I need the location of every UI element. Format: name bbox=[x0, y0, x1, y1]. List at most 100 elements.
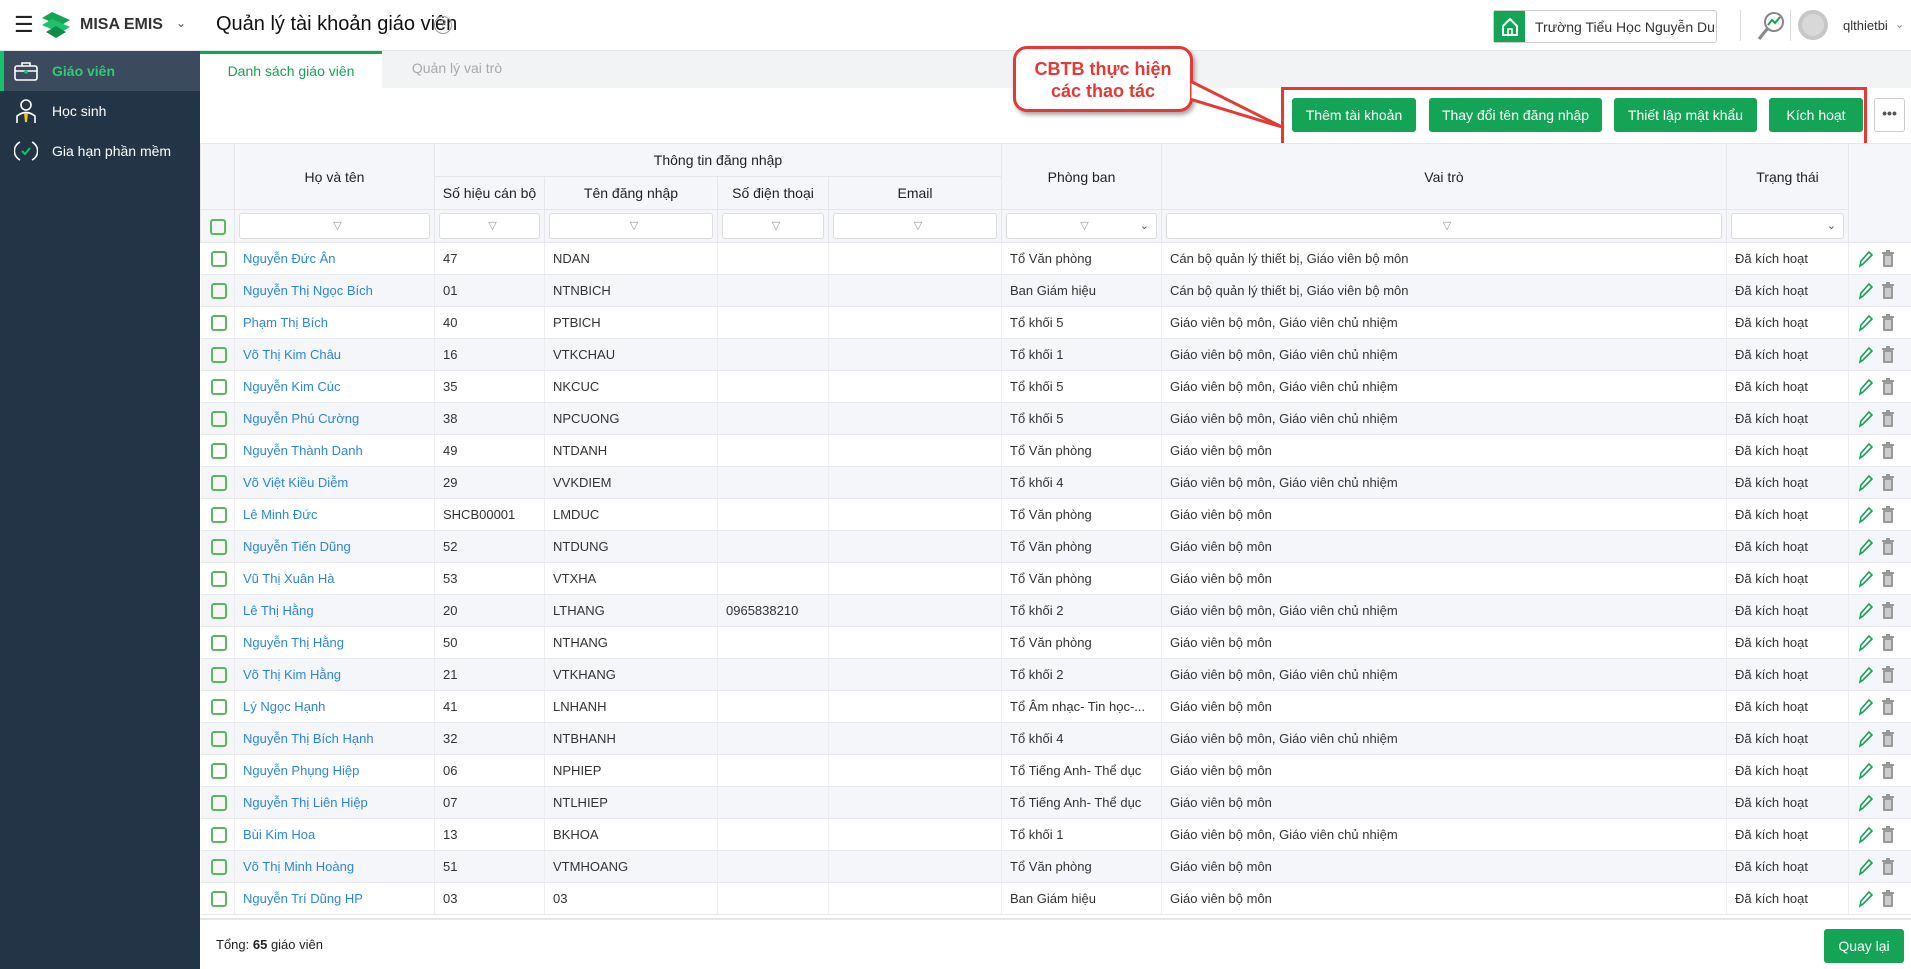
trash-icon[interactable] bbox=[1881, 313, 1895, 332]
name-link[interactable]: Nguyễn Thị Bích Hạnh bbox=[234, 722, 435, 755]
filter-email-input[interactable]: ▽ bbox=[833, 213, 998, 239]
row-checkbox[interactable] bbox=[210, 762, 227, 779]
edit-icon[interactable] bbox=[1857, 250, 1874, 268]
filter-name-input[interactable]: ▽ bbox=[239, 213, 430, 239]
name-link[interactable]: Vũ Thị Xuân Hà bbox=[234, 562, 435, 595]
row-checkbox[interactable] bbox=[210, 826, 227, 843]
edit-icon[interactable] bbox=[1857, 314, 1874, 332]
edit-icon[interactable] bbox=[1857, 570, 1874, 588]
trash-icon[interactable] bbox=[1881, 505, 1895, 524]
row-checkbox[interactable] bbox=[210, 858, 227, 875]
row-checkbox[interactable] bbox=[210, 602, 227, 619]
trash-icon[interactable] bbox=[1881, 665, 1895, 684]
name-link[interactable]: Nguyễn Thị Liên Hiệp bbox=[234, 786, 435, 819]
set-password-button[interactable]: Thiết lập mật khẩu bbox=[1614, 98, 1757, 132]
edit-icon[interactable] bbox=[1857, 538, 1874, 556]
edit-icon[interactable] bbox=[1857, 410, 1874, 428]
search-analytics-icon[interactable] bbox=[1756, 10, 1786, 42]
edit-icon[interactable] bbox=[1857, 282, 1874, 300]
trash-icon[interactable] bbox=[1881, 761, 1895, 780]
name-link[interactable]: Bùi Kim Hoa bbox=[234, 818, 435, 851]
name-link[interactable]: Võ Thị Kim Hằng bbox=[234, 658, 435, 691]
trash-icon[interactable] bbox=[1881, 601, 1895, 620]
edit-icon[interactable] bbox=[1857, 794, 1874, 812]
change-username-button[interactable]: Thay đổi tên đăng nhập bbox=[1429, 98, 1602, 132]
filter-code-input[interactable]: ▽ bbox=[439, 213, 540, 239]
trash-icon[interactable] bbox=[1881, 633, 1895, 652]
filter-status-select[interactable]: ⌄ bbox=[1731, 213, 1845, 239]
tab-role-management[interactable]: Quản lý vai trò bbox=[382, 51, 532, 88]
activate-button[interactable]: Kích hoạt bbox=[1769, 98, 1863, 132]
more-options-button[interactable]: ••• bbox=[1874, 98, 1905, 132]
row-checkbox[interactable] bbox=[210, 378, 227, 395]
row-checkbox[interactable] bbox=[210, 474, 227, 491]
name-link[interactable]: Nguyễn Tiến Dũng bbox=[234, 530, 435, 563]
filter-department-select[interactable]: ▽ ⌄ bbox=[1006, 213, 1158, 239]
trash-icon[interactable] bbox=[1881, 249, 1895, 268]
edit-icon[interactable] bbox=[1857, 474, 1874, 492]
name-link[interactable]: Lý Ngọc Hạnh bbox=[234, 690, 435, 723]
name-link[interactable]: Nguyễn Phụng Hiệp bbox=[234, 754, 435, 787]
back-button[interactable]: Quay lại bbox=[1824, 929, 1904, 963]
name-link[interactable]: Nguyễn Trí Dũng HP bbox=[234, 882, 435, 915]
filter-role-input[interactable]: ▽ bbox=[1166, 213, 1723, 239]
name-link[interactable]: Nguyễn Đức Ân bbox=[234, 242, 435, 275]
trash-icon[interactable] bbox=[1881, 729, 1895, 748]
name-link[interactable]: Võ Việt Kiều Diễm bbox=[234, 466, 435, 499]
edit-icon[interactable] bbox=[1857, 826, 1874, 844]
row-checkbox[interactable] bbox=[210, 634, 227, 651]
sidebar-item-renewal[interactable]: Gia hạn phần mềm bbox=[0, 131, 200, 171]
add-account-button[interactable]: Thêm tài khoản bbox=[1292, 98, 1416, 132]
select-all-checkbox[interactable] bbox=[209, 218, 226, 235]
sidebar-item-students[interactable]: Học sinh bbox=[0, 91, 200, 131]
trash-icon[interactable] bbox=[1881, 377, 1895, 396]
row-checkbox[interactable] bbox=[210, 890, 227, 907]
edit-icon[interactable] bbox=[1857, 506, 1874, 524]
row-checkbox[interactable] bbox=[210, 250, 227, 267]
row-checkbox[interactable] bbox=[210, 538, 227, 555]
name-link[interactable]: Võ Thị Minh Hoàng bbox=[234, 850, 435, 883]
trash-icon[interactable] bbox=[1881, 441, 1895, 460]
row-checkbox[interactable] bbox=[210, 570, 227, 587]
row-checkbox[interactable] bbox=[210, 346, 227, 363]
name-link[interactable]: Nguyễn Thị Ngọc Bích bbox=[234, 274, 435, 307]
filter-username-input[interactable]: ▽ bbox=[549, 213, 713, 239]
edit-icon[interactable] bbox=[1857, 442, 1874, 460]
name-link[interactable]: Nguyễn Thành Danh bbox=[234, 434, 435, 467]
name-link[interactable]: Nguyễn Thị Hằng bbox=[234, 626, 435, 659]
edit-icon[interactable] bbox=[1857, 634, 1874, 652]
menu-icon[interactable]: ☰ bbox=[14, 14, 34, 36]
edit-icon[interactable] bbox=[1857, 890, 1874, 908]
username[interactable]: qlthietbi bbox=[1843, 18, 1888, 33]
row-checkbox[interactable] bbox=[210, 698, 227, 715]
name-link[interactable]: Võ Thị Kim Châu bbox=[234, 338, 435, 371]
name-link[interactable]: Lê Minh Đức bbox=[234, 498, 435, 531]
trash-icon[interactable] bbox=[1881, 889, 1895, 908]
edit-icon[interactable] bbox=[1857, 666, 1874, 684]
edit-icon[interactable] bbox=[1857, 858, 1874, 876]
trash-icon[interactable] bbox=[1881, 473, 1895, 492]
edit-icon[interactable] bbox=[1857, 378, 1874, 396]
help-icon[interactable]: ? bbox=[434, 16, 452, 34]
row-checkbox[interactable] bbox=[210, 506, 227, 523]
avatar[interactable] bbox=[1798, 10, 1828, 40]
row-checkbox[interactable] bbox=[210, 666, 227, 683]
name-link[interactable]: Phạm Thị Bích bbox=[234, 306, 435, 339]
row-checkbox[interactable] bbox=[210, 442, 227, 459]
row-checkbox[interactable] bbox=[210, 282, 227, 299]
row-checkbox[interactable] bbox=[210, 410, 227, 427]
trash-icon[interactable] bbox=[1881, 281, 1895, 300]
trash-icon[interactable] bbox=[1881, 345, 1895, 364]
edit-icon[interactable] bbox=[1857, 602, 1874, 620]
trash-icon[interactable] bbox=[1881, 537, 1895, 556]
edit-icon[interactable] bbox=[1857, 730, 1874, 748]
chevron-down-icon[interactable]: ⌄ bbox=[1895, 18, 1904, 31]
trash-icon[interactable] bbox=[1881, 793, 1895, 812]
brand-name[interactable]: MISA EMIS bbox=[80, 16, 163, 34]
tab-teacher-list[interactable]: Danh sách giáo viên bbox=[200, 51, 382, 88]
row-checkbox[interactable] bbox=[210, 730, 227, 747]
filter-phone-input[interactable]: ▽ bbox=[722, 213, 824, 239]
edit-icon[interactable] bbox=[1857, 698, 1874, 716]
trash-icon[interactable] bbox=[1881, 569, 1895, 588]
row-checkbox[interactable] bbox=[210, 314, 227, 331]
